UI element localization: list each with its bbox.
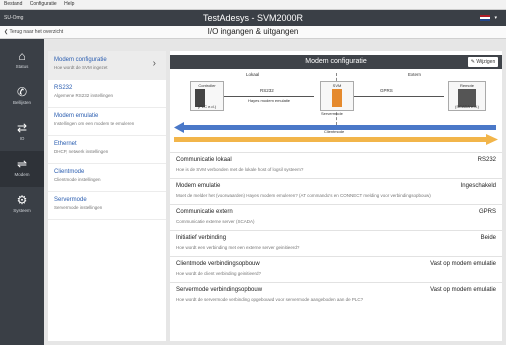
chevron-down-icon[interactable]: ▾ xyxy=(494,14,497,22)
row-servermode-verbindingsopbouw[interactable]: Servermode verbindingsopbouw Vast op mod… xyxy=(170,282,502,308)
left-nav: ⌂ Status ✆ Bellijsten ⇄ IO ⇌ Modem ⚙ Sys… xyxy=(0,39,44,345)
topology-diagram: Lokaal Extern Controller (PLC e.d.) RS23… xyxy=(170,69,502,149)
plc-label: (PLC e.d.) xyxy=(197,104,217,109)
row-value: Vast op modem emulatie xyxy=(430,261,496,267)
sidebar-item-title: Servermode xyxy=(54,197,87,203)
row-value: GPRS xyxy=(478,209,496,215)
sidebar-item-subtitle: Algemene RS232 instellingen xyxy=(54,93,114,98)
window-title: TestAdesys - SVM2000R xyxy=(202,13,304,23)
sub-bar: ❮ Terug naar het overzicht I/O ingangen … xyxy=(0,26,506,39)
nav-modem[interactable]: ⇌ Modem xyxy=(0,151,44,187)
row-communicatie-extern[interactable]: Communicatie extern GPRS Communicatie ex… xyxy=(170,204,502,230)
row-modem-emulatie[interactable]: Modem emulatie Ingeschakeld Moet de meld… xyxy=(170,178,502,204)
sidebar-item-title: Modem emulatie xyxy=(54,113,99,119)
nav-label: Modem xyxy=(14,172,30,177)
servermode-label: Servermode xyxy=(321,111,343,116)
sidebar-item-subtitle: Instellingen om een modem te emuleren xyxy=(54,121,135,126)
settings-sidebar: Modem configuratie Hoe wordt de SVM inge… xyxy=(48,51,166,341)
title-bar: SU-Omg TestAdesys - SVM2000R ▾ xyxy=(0,10,506,26)
remote-device: Remote (SCADA e.d.) xyxy=(448,81,486,111)
language-flag-icon[interactable] xyxy=(480,15,490,21)
phone-icon: ✆ xyxy=(16,85,28,99)
sidebar-item-title: Ethernet xyxy=(54,141,77,147)
row-subtitle: Communicatie externe server (SCADA) xyxy=(176,219,255,224)
row-value: Vast op modem emulatie xyxy=(430,287,496,293)
edit-button[interactable]: ✎ Wijzigen xyxy=(468,57,498,67)
menu-bar: Bestand Configuratie Help xyxy=(0,0,506,10)
sidebar-item-servermode[interactable]: Servermode Servermode instellingen xyxy=(48,191,166,220)
sidebar-item-title: Modem configuratie xyxy=(54,57,107,63)
row-communicatie-lokaal[interactable]: Communicatie lokaal RS232 Hoe is de SVM … xyxy=(170,152,502,178)
gear-icon: ⚙ xyxy=(16,193,28,207)
row-title: Clientmode verbindingsopbouw xyxy=(176,261,260,267)
row-title: Initiatief verbinding xyxy=(176,235,227,241)
row-title: Communicatie extern xyxy=(176,209,233,215)
home-icon: ⌂ xyxy=(18,49,26,63)
nav-status[interactable]: ⌂ Status xyxy=(0,43,44,79)
row-subtitle: Hoe is de SVM verbonden met de lokale ho… xyxy=(176,167,304,172)
sidebar-item-modem-configuratie[interactable]: Modem configuratie Hoe wordt de SVM inge… xyxy=(48,51,166,80)
nav-label: Bellijsten xyxy=(12,100,31,105)
rs232-link xyxy=(224,96,314,97)
main-panel: Modem configuratie ✎ Wijzigen Lokaal Ext… xyxy=(170,51,502,341)
hayes-label: Hayes modem emulatie xyxy=(248,98,291,103)
gprs-link xyxy=(354,96,444,97)
scada-label: (SCADA e.d.) xyxy=(454,104,479,109)
nav-label: Status xyxy=(15,64,29,69)
row-subtitle: Hoe wordt de client verbinding geinitiee… xyxy=(176,271,262,276)
sidebar-item-subtitle: Servermode instellingen xyxy=(54,205,103,210)
extern-label: Extern xyxy=(408,72,422,77)
row-value: Beide xyxy=(480,235,496,241)
remote-label: Remote xyxy=(459,83,474,88)
sidebar-item-rs232[interactable]: RS232 Algemene RS232 instellingen xyxy=(48,79,166,108)
nav-systeem[interactable]: ⚙ Systeem xyxy=(0,187,44,223)
row-title: Modem emulatie xyxy=(176,183,221,189)
nav-label: IO xyxy=(19,136,25,141)
sidebar-item-title: RS232 xyxy=(54,85,73,91)
row-title: Servermode verbindingsopbouw xyxy=(176,287,263,293)
shuffle-icon: ⇌ xyxy=(16,157,28,171)
menu-bestand[interactable]: Bestand xyxy=(4,1,22,7)
rs232-label: RS232 xyxy=(260,88,274,93)
clientmode-label: Clientmode xyxy=(324,129,345,134)
sidebar-item-subtitle: DHCP, netwerk instellingen xyxy=(54,149,109,154)
clientmode-arrow xyxy=(174,134,498,145)
sidebar-item-subtitle: Clientmode instellingen xyxy=(54,177,101,182)
row-subtitle: Hoe wordt de servermode verbinding opgeb… xyxy=(176,297,364,302)
controller-label: Controller xyxy=(198,83,216,88)
lokaal-label: Lokaal xyxy=(246,72,260,77)
chevron-right-icon: › xyxy=(152,58,156,69)
row-title: Communicatie lokaal xyxy=(176,157,232,163)
row-subtitle: Moet de melder het (voorwaarden) Hayes m… xyxy=(176,193,431,198)
nav-io[interactable]: ⇄ IO xyxy=(0,115,44,151)
nav-bellijsten[interactable]: ✆ Bellijsten xyxy=(0,79,44,115)
sidebar-item-title: Clientmode xyxy=(54,169,85,175)
row-value: Ingeschakeld xyxy=(460,183,496,189)
nav-label: Systeem xyxy=(13,208,31,213)
menu-help[interactable]: Help xyxy=(64,1,74,7)
sidebar-item-modem-emulatie[interactable]: Modem emulatie Instellingen om een modem… xyxy=(48,107,166,136)
panel-title: Modem configuratie xyxy=(305,58,367,65)
page-title: I/O ingangen & uitgangen xyxy=(207,27,299,36)
controller-device: Controller (PLC e.d.) xyxy=(190,81,224,111)
menu-configuratie[interactable]: Configuratie xyxy=(30,1,57,7)
io-arrows-icon: ⇄ xyxy=(16,121,28,135)
sidebar-item-ethernet[interactable]: Ethernet DHCP, netwerk instellingen xyxy=(48,135,166,164)
panel-header: Modem configuratie ✎ Wijzigen xyxy=(170,55,502,69)
sidebar-item-clientmode[interactable]: Clientmode Clientmode instellingen xyxy=(48,163,166,192)
row-value: RS232 xyxy=(477,157,496,163)
row-initiatief-verbinding[interactable]: Initiatief verbinding Beide Hoe wordt ee… xyxy=(170,230,502,256)
sidebar-item-subtitle: Hoe wordt de SVM ingezet xyxy=(54,65,108,70)
svm-label: SVM xyxy=(332,83,342,88)
row-clientmode-verbindingsopbouw[interactable]: Clientmode verbindingsopbouw Vast op mod… xyxy=(170,256,502,282)
gprs-label: GPRS xyxy=(380,88,393,93)
svm-device: SVM xyxy=(320,81,354,111)
svm-icon xyxy=(332,89,342,107)
row-subtitle: Hoe wordt een verbinding met een externe… xyxy=(176,245,300,250)
